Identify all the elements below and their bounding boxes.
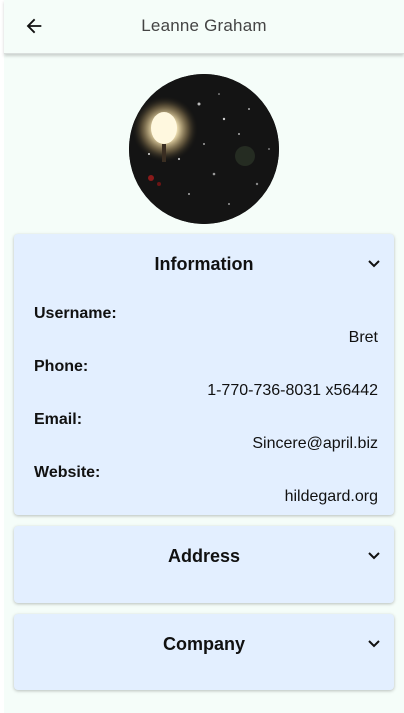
app-screen: Leanne Graham Information Username: Bret… xyxy=(4,0,404,713)
email-label: Email: xyxy=(34,411,83,428)
company-title: Company xyxy=(162,634,245,654)
information-title: Information xyxy=(154,254,254,274)
chevron-down-icon xyxy=(368,640,380,648)
phone-label: Phone: xyxy=(34,358,89,375)
chevron-down-icon xyxy=(368,552,380,560)
avatar-photo xyxy=(129,74,279,224)
username-value: Bret xyxy=(348,329,378,346)
information-card: Information Username: Bret Phone: 1-770-… xyxy=(14,234,394,515)
address-card: Address xyxy=(14,526,394,603)
website-value: hildegard.org xyxy=(284,488,378,505)
page-title: Leanne Graham xyxy=(141,16,267,35)
email-value: Sincere@april.biz xyxy=(252,435,378,452)
chevron-down-icon xyxy=(368,260,380,268)
company-card: Company xyxy=(14,614,394,690)
username-label: Username: xyxy=(34,305,117,322)
company-header[interactable]: Company xyxy=(14,614,394,672)
address-header[interactable]: Address xyxy=(14,526,394,584)
information-body: Username: Bret Phone: 1-770-736-8031 x56… xyxy=(14,292,394,516)
information-header[interactable]: Information xyxy=(14,234,394,292)
top-app-bar: Leanne Graham xyxy=(4,0,404,54)
phone-value: 1-770-736-8031 x56442 xyxy=(207,382,378,399)
address-title: Address xyxy=(167,546,241,566)
website-label: Website: xyxy=(34,464,101,481)
avatar xyxy=(129,74,279,224)
